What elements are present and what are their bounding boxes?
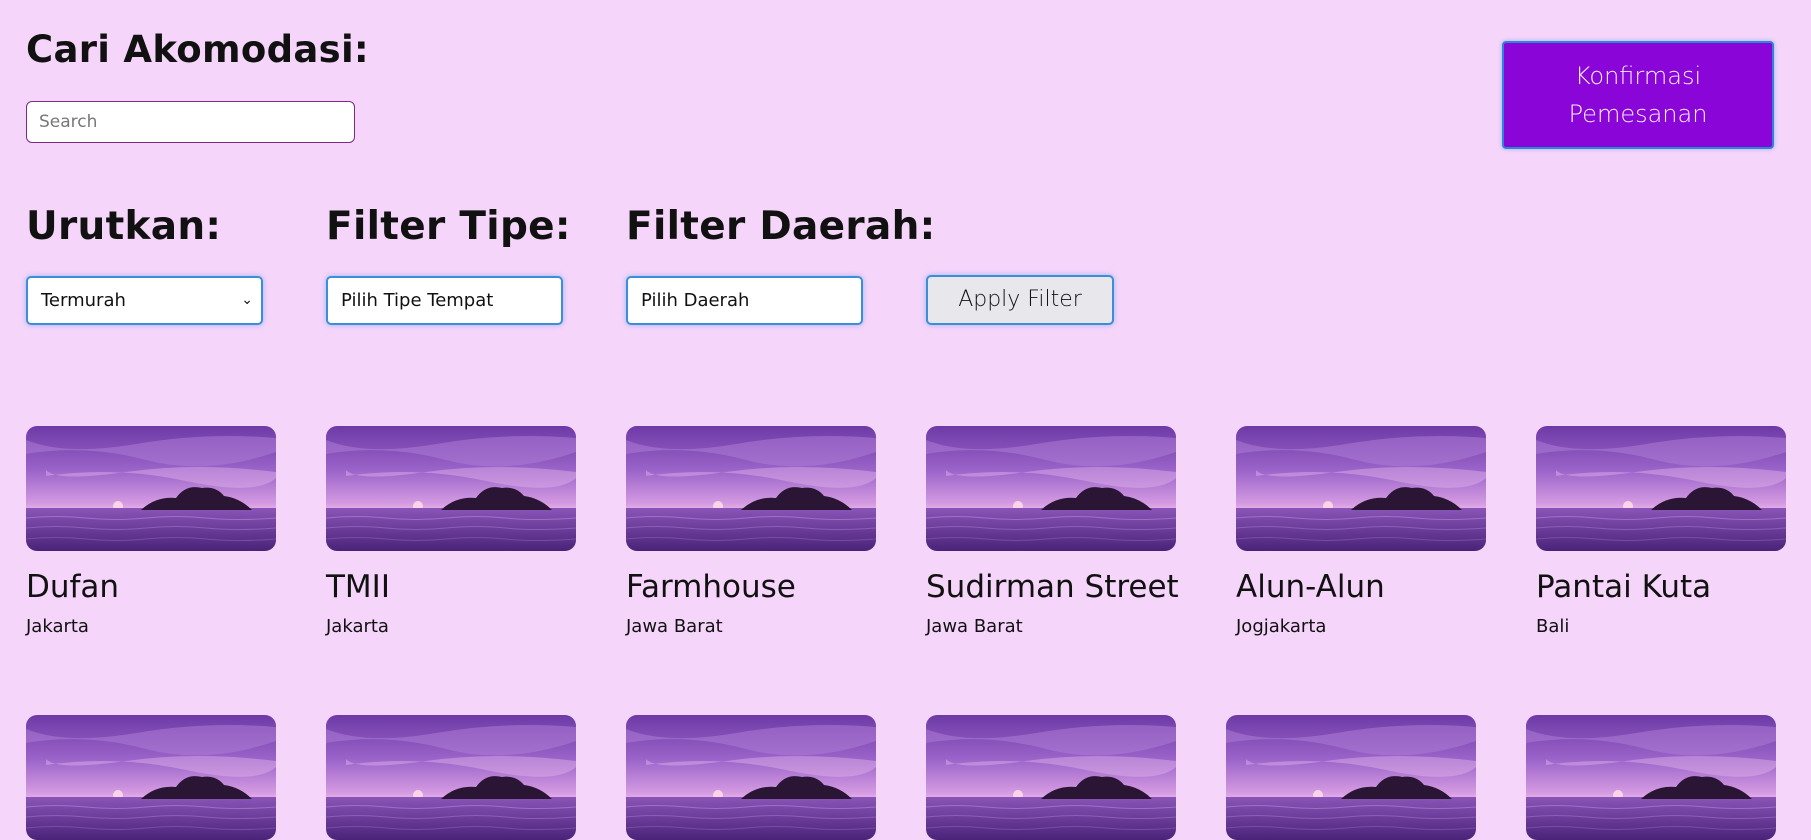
place-card[interactable] <box>1226 715 1486 840</box>
sort-select-value: Termurah <box>41 290 126 311</box>
place-card[interactable] <box>926 715 1186 840</box>
place-image <box>326 426 576 551</box>
place-card[interactable]: Pantai Kuta Bali <box>1536 426 1796 637</box>
place-name: Alun-Alun <box>1236 569 1385 605</box>
confirm-booking-button[interactable]: Konfirmasi Pemesanan <box>1502 41 1774 149</box>
page-title: Cari Akomodasi: <box>26 28 370 71</box>
place-image <box>926 426 1176 551</box>
place-region: Jakarta <box>326 616 389 637</box>
place-card[interactable] <box>1526 715 1786 840</box>
place-card[interactable]: Sudirman Street Jawa Barat <box>926 426 1186 637</box>
place-name: Dufan <box>26 569 120 605</box>
place-image <box>1536 426 1786 551</box>
region-filter-input[interactable]: Pilih Daerah <box>626 276 863 325</box>
place-image <box>926 715 1176 840</box>
place-region: Jakarta <box>26 616 89 637</box>
place-region: Jawa Barat <box>926 616 1023 637</box>
place-region: Bali <box>1536 616 1570 637</box>
place-card[interactable]: Farmhouse Jawa Barat <box>626 426 886 637</box>
place-image <box>1526 715 1776 840</box>
place-image <box>626 715 876 840</box>
place-image <box>1226 715 1476 840</box>
sort-heading: Urutkan: <box>26 204 222 249</box>
sort-select[interactable]: Termurah ⌄ <box>26 276 263 325</box>
place-name: TMII <box>326 569 390 605</box>
region-filter-value: Pilih Daerah <box>641 290 750 311</box>
type-filter-value: Pilih Tipe Tempat <box>341 290 494 311</box>
place-card[interactable]: TMII Jakarta <box>326 426 586 637</box>
apply-filter-button[interactable]: Apply Filter <box>926 275 1114 325</box>
place-region: Jawa Barat <box>626 616 723 637</box>
place-name: Sudirman Street <box>926 569 1179 605</box>
place-image <box>326 715 576 840</box>
place-region: Jogjakarta <box>1236 616 1327 637</box>
region-filter-heading: Filter Daerah: <box>626 204 936 249</box>
place-card[interactable] <box>326 715 586 840</box>
type-filter-heading: Filter Tipe: <box>326 204 571 249</box>
place-image <box>1236 426 1486 551</box>
place-card[interactable]: Alun-Alun Jogjakarta <box>1236 426 1496 637</box>
place-image <box>626 426 876 551</box>
place-name: Farmhouse <box>626 569 796 605</box>
place-image <box>26 426 276 551</box>
place-card[interactable]: Dufan Jakarta <box>26 426 286 637</box>
place-name: Pantai Kuta <box>1536 569 1712 605</box>
place-image <box>26 715 276 840</box>
chevron-down-icon: ⌄ <box>241 292 253 308</box>
place-card[interactable] <box>626 715 886 840</box>
type-filter-input[interactable]: Pilih Tipe Tempat <box>326 276 563 325</box>
place-card[interactable] <box>26 715 286 840</box>
search-input[interactable] <box>26 101 355 143</box>
